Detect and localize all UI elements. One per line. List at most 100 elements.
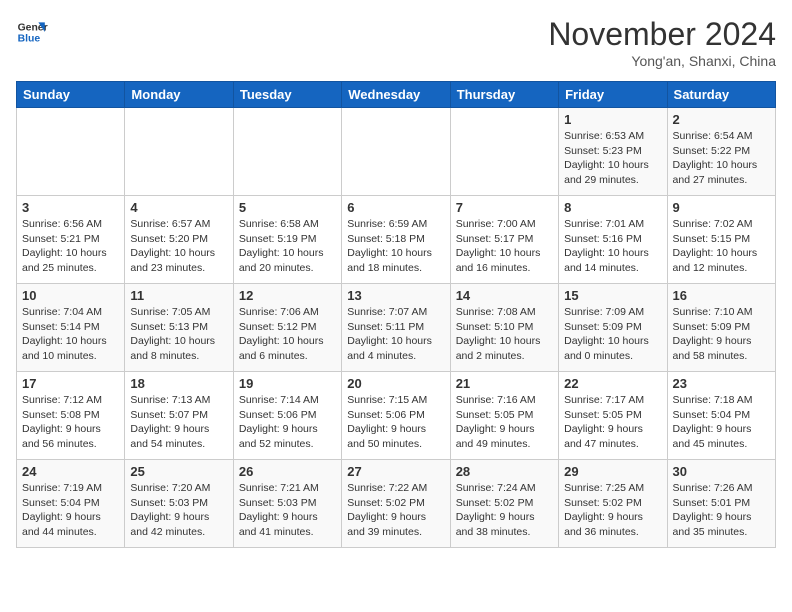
day-info: Sunrise: 7:26 AM Sunset: 5:01 PM Dayligh… — [673, 481, 770, 540]
table-row: 23 Sunrise: 7:18 AM Sunset: 5:04 PM Dayli… — [667, 372, 775, 460]
day-number: 27 — [347, 464, 444, 479]
day-info: Sunrise: 7:06 AM Sunset: 5:12 PM Dayligh… — [239, 305, 336, 364]
day-info: Sunrise: 7:01 AM Sunset: 5:16 PM Dayligh… — [564, 217, 661, 276]
page-header: General Blue November 2024 Yong'an, Shan… — [16, 16, 776, 69]
table-row: 3 Sunrise: 6:56 AM Sunset: 5:21 PM Daylig… — [17, 196, 125, 284]
table-row — [450, 108, 558, 196]
day-number: 18 — [130, 376, 227, 391]
day-number: 25 — [130, 464, 227, 479]
day-number: 24 — [22, 464, 119, 479]
day-info: Sunrise: 7:15 AM Sunset: 5:06 PM Dayligh… — [347, 393, 444, 452]
day-info: Sunrise: 7:20 AM Sunset: 5:03 PM Dayligh… — [130, 481, 227, 540]
day-number: 2 — [673, 112, 770, 127]
table-row: 29 Sunrise: 7:25 AM Sunset: 5:02 PM Dayli… — [559, 460, 667, 548]
col-sunday: Sunday — [17, 82, 125, 108]
day-number: 3 — [22, 200, 119, 215]
day-info: Sunrise: 7:14 AM Sunset: 5:06 PM Dayligh… — [239, 393, 336, 452]
location-subtitle: Yong'an, Shanxi, China — [548, 53, 776, 69]
calendar-header-row: Sunday Monday Tuesday Wednesday Thursday… — [17, 82, 776, 108]
day-info: Sunrise: 7:10 AM Sunset: 5:09 PM Dayligh… — [673, 305, 770, 364]
svg-text:Blue: Blue — [18, 34, 41, 45]
day-info: Sunrise: 7:08 AM Sunset: 5:10 PM Dayligh… — [456, 305, 553, 364]
day-info: Sunrise: 7:16 AM Sunset: 5:05 PM Dayligh… — [456, 393, 553, 452]
logo-icon: General Blue — [16, 16, 48, 48]
table-row: 28Sunrise: 7:24 AM Sunset: 5:02 PM Dayli… — [450, 460, 558, 548]
table-row: 17Sunrise: 7:12 AM Sunset: 5:08 PM Dayli… — [17, 372, 125, 460]
day-info: Sunrise: 6:54 AM Sunset: 5:22 PM Dayligh… — [673, 129, 770, 188]
day-info: Sunrise: 7:22 AM Sunset: 5:02 PM Dayligh… — [347, 481, 444, 540]
day-info: Sunrise: 7:24 AM Sunset: 5:02 PM Dayligh… — [456, 481, 553, 540]
day-info: Sunrise: 7:21 AM Sunset: 5:03 PM Dayligh… — [239, 481, 336, 540]
table-row: 11 Sunrise: 7:05 AM Sunset: 5:13 PM Dayli… — [125, 284, 233, 372]
table-row: 24 Sunrise: 7:19 AM Sunset: 5:04 PM Dayli… — [17, 460, 125, 548]
table-row: 9Sunrise: 7:02 AM Sunset: 5:15 PM Daylig… — [667, 196, 775, 284]
logo: General Blue — [16, 16, 48, 48]
day-number: 23 — [673, 376, 770, 391]
table-row: 20 Sunrise: 7:15 AM Sunset: 5:06 PM Dayli… — [342, 372, 450, 460]
day-info: Sunrise: 6:57 AM Sunset: 5:20 PM Dayligh… — [130, 217, 227, 276]
table-row: 21Sunrise: 7:16 AM Sunset: 5:05 PM Dayli… — [450, 372, 558, 460]
col-wednesday: Wednesday — [342, 82, 450, 108]
day-info: Sunrise: 7:05 AM Sunset: 5:13 PM Dayligh… — [130, 305, 227, 364]
day-number: 7 — [456, 200, 553, 215]
table-row: 2 Sunrise: 6:54 AM Sunset: 5:22 PM Daylig… — [667, 108, 775, 196]
table-row — [342, 108, 450, 196]
table-row: 16 Sunrise: 7:10 AM Sunset: 5:09 PM Dayli… — [667, 284, 775, 372]
day-number: 29 — [564, 464, 661, 479]
table-row: 18 Sunrise: 7:13 AM Sunset: 5:07 PM Dayli… — [125, 372, 233, 460]
day-info: Sunrise: 6:58 AM Sunset: 5:19 PM Dayligh… — [239, 217, 336, 276]
month-title: November 2024 — [548, 16, 776, 53]
day-number: 1 — [564, 112, 661, 127]
table-row: 10Sunrise: 7:04 AM Sunset: 5:14 PM Dayli… — [17, 284, 125, 372]
day-number: 5 — [239, 200, 336, 215]
day-number: 30 — [673, 464, 770, 479]
day-info: Sunrise: 6:59 AM Sunset: 5:18 PM Dayligh… — [347, 217, 444, 276]
day-number: 4 — [130, 200, 227, 215]
day-number: 13 — [347, 288, 444, 303]
title-block: November 2024 Yong'an, Shanxi, China — [548, 16, 776, 69]
table-row: 6 Sunrise: 6:59 AM Sunset: 5:18 PM Daylig… — [342, 196, 450, 284]
day-info: Sunrise: 7:25 AM Sunset: 5:02 PM Dayligh… — [564, 481, 661, 540]
day-info: Sunrise: 6:56 AM Sunset: 5:21 PM Dayligh… — [22, 217, 119, 276]
day-number: 16 — [673, 288, 770, 303]
table-row: 30 Sunrise: 7:26 AM Sunset: 5:01 PM Dayli… — [667, 460, 775, 548]
day-number: 19 — [239, 376, 336, 391]
day-info: Sunrise: 7:07 AM Sunset: 5:11 PM Dayligh… — [347, 305, 444, 364]
day-info: Sunrise: 6:53 AM Sunset: 5:23 PM Dayligh… — [564, 129, 661, 188]
day-number: 20 — [347, 376, 444, 391]
table-row: 25 Sunrise: 7:20 AM Sunset: 5:03 PM Dayli… — [125, 460, 233, 548]
table-row: 19 Sunrise: 7:14 AM Sunset: 5:06 PM Dayli… — [233, 372, 341, 460]
table-row: 13 Sunrise: 7:07 AM Sunset: 5:11 PM Dayli… — [342, 284, 450, 372]
table-row: 8 Sunrise: 7:01 AM Sunset: 5:16 PM Daylig… — [559, 196, 667, 284]
day-info: Sunrise: 7:18 AM Sunset: 5:04 PM Dayligh… — [673, 393, 770, 452]
day-number: 12 — [239, 288, 336, 303]
day-number: 26 — [239, 464, 336, 479]
calendar-week-row: 17Sunrise: 7:12 AM Sunset: 5:08 PM Dayli… — [17, 372, 776, 460]
table-row: 5 Sunrise: 6:58 AM Sunset: 5:19 PM Daylig… — [233, 196, 341, 284]
day-number: 8 — [564, 200, 661, 215]
col-thursday: Thursday — [450, 82, 558, 108]
table-row: 12 Sunrise: 7:06 AM Sunset: 5:12 PM Dayli… — [233, 284, 341, 372]
col-friday: Friday — [559, 82, 667, 108]
calendar-week-row: 1 Sunrise: 6:53 AM Sunset: 5:23 PM Daylig… — [17, 108, 776, 196]
day-info: Sunrise: 7:04 AM Sunset: 5:14 PM Dayligh… — [22, 305, 119, 364]
day-number: 9 — [673, 200, 770, 215]
day-number: 6 — [347, 200, 444, 215]
col-monday: Monday — [125, 82, 233, 108]
calendar-table: Sunday Monday Tuesday Wednesday Thursday… — [16, 81, 776, 548]
calendar-week-row: 10Sunrise: 7:04 AM Sunset: 5:14 PM Dayli… — [17, 284, 776, 372]
day-number: 11 — [130, 288, 227, 303]
day-info: Sunrise: 7:13 AM Sunset: 5:07 PM Dayligh… — [130, 393, 227, 452]
day-info: Sunrise: 7:00 AM Sunset: 5:17 PM Dayligh… — [456, 217, 553, 276]
table-row: 26 Sunrise: 7:21 AM Sunset: 5:03 PM Dayli… — [233, 460, 341, 548]
col-tuesday: Tuesday — [233, 82, 341, 108]
table-row: 4 Sunrise: 6:57 AM Sunset: 5:20 PM Daylig… — [125, 196, 233, 284]
day-info: Sunrise: 7:09 AM Sunset: 5:09 PM Dayligh… — [564, 305, 661, 364]
table-row — [125, 108, 233, 196]
table-row — [17, 108, 125, 196]
day-info: Sunrise: 7:12 AM Sunset: 5:08 PM Dayligh… — [22, 393, 119, 452]
day-number: 15 — [564, 288, 661, 303]
table-row: 7 Sunrise: 7:00 AM Sunset: 5:17 PM Daylig… — [450, 196, 558, 284]
day-info: Sunrise: 7:19 AM Sunset: 5:04 PM Dayligh… — [22, 481, 119, 540]
calendar-week-row: 3 Sunrise: 6:56 AM Sunset: 5:21 PM Daylig… — [17, 196, 776, 284]
